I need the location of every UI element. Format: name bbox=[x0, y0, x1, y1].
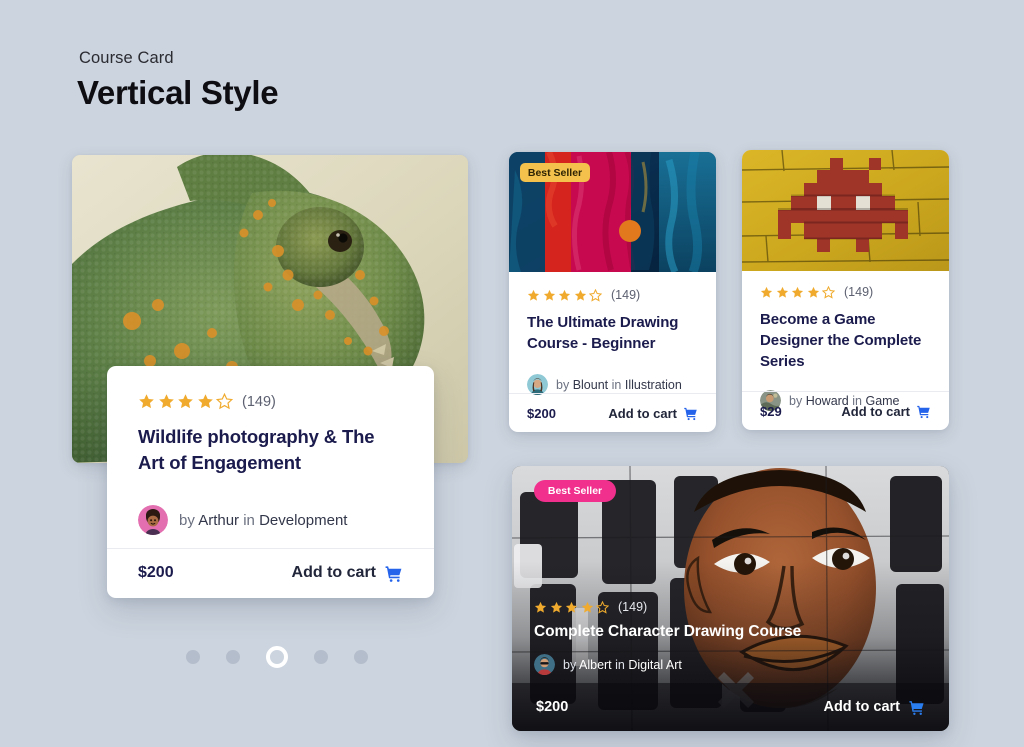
page-title: Vertical Style bbox=[77, 74, 279, 111]
star-outline-icon bbox=[589, 288, 602, 302]
course-card-4[interactable]: Best Seller (149) Complete Character Dra… bbox=[512, 466, 949, 731]
price: $200 bbox=[536, 699, 569, 715]
review-count: (149) bbox=[242, 393, 276, 410]
add-to-cart-button[interactable]: Add to cart bbox=[841, 404, 931, 419]
best-seller-badge: Best Seller bbox=[534, 480, 616, 502]
author-text: by Blount in Illustration bbox=[556, 377, 682, 392]
star-filled-icon bbox=[550, 601, 562, 613]
star-rating bbox=[534, 600, 609, 614]
star-filled-icon bbox=[565, 601, 578, 613]
star-filled-icon bbox=[543, 289, 555, 301]
pagination-dot-2[interactable] bbox=[226, 650, 240, 664]
card-3-footer: $29 Add to cart bbox=[742, 392, 949, 430]
price: $200 bbox=[138, 564, 174, 581]
avatar bbox=[527, 374, 548, 395]
avatar bbox=[138, 505, 168, 535]
shopping-cart-icon bbox=[917, 405, 930, 418]
hero-rating-row: (149) bbox=[138, 393, 403, 410]
star-filled-icon bbox=[178, 394, 193, 409]
hero-card-body: (149) Wildlife photography & The Art of … bbox=[107, 366, 434, 535]
price: $200 bbox=[527, 405, 556, 421]
pagination-dots[interactable] bbox=[186, 646, 368, 668]
star-filled-icon bbox=[581, 601, 593, 613]
page-eyebrow: Course Card bbox=[79, 49, 174, 67]
shopping-cart-icon bbox=[909, 700, 924, 715]
card-3-rating-row: (149) bbox=[760, 285, 931, 299]
card-4-footer: $200 Add to cart bbox=[512, 683, 949, 731]
price: $29 bbox=[760, 403, 782, 419]
star-filled-icon bbox=[534, 601, 547, 613]
avatar-image bbox=[527, 374, 548, 395]
add-to-cart-button[interactable]: Add to cart bbox=[823, 699, 925, 716]
course-card-3[interactable]: (149) Become a Game Designer the Complet… bbox=[742, 150, 949, 430]
card-2-rating-row: (149) bbox=[527, 288, 698, 302]
avatar-image bbox=[534, 654, 555, 675]
course-title[interactable]: Complete Character Drawing Course bbox=[534, 623, 927, 641]
star-outline-icon bbox=[216, 393, 233, 410]
add-to-cart-label: Add to cart bbox=[608, 405, 677, 421]
star-outline-icon bbox=[822, 285, 835, 299]
pagination-dot-1[interactable] bbox=[186, 650, 200, 664]
star-filled-icon bbox=[807, 286, 819, 298]
author-text: by Arthur in Development bbox=[179, 511, 348, 529]
add-to-cart-label: Add to cart bbox=[291, 564, 376, 581]
review-count: (149) bbox=[611, 288, 641, 302]
star-filled-icon bbox=[776, 286, 788, 298]
shopping-cart-icon bbox=[684, 407, 697, 420]
space-invader-mosaic-photo bbox=[742, 150, 949, 271]
pagination-dot-4[interactable] bbox=[314, 650, 328, 664]
add-to-cart-label: Add to cart bbox=[841, 403, 910, 419]
author-row: by Albert in Digital Art bbox=[534, 654, 927, 675]
star-filled-icon bbox=[574, 289, 586, 301]
pagination-dot-3-active[interactable] bbox=[266, 646, 288, 668]
review-count: (149) bbox=[618, 600, 648, 614]
card-2-image[interactable]: Best Seller bbox=[509, 152, 716, 272]
card-2-footer: $200 Add to cart bbox=[509, 394, 716, 432]
star-rating bbox=[138, 393, 233, 410]
course-title[interactable]: Become a Game Designer the Complete Seri… bbox=[760, 309, 931, 372]
course-card-2[interactable]: Best Seller (149) The Ultimate Drawing C… bbox=[509, 152, 716, 432]
review-count: (149) bbox=[844, 285, 874, 299]
author-row: by Arthur in Development bbox=[138, 505, 403, 535]
star-rating bbox=[527, 288, 602, 302]
best-seller-badge: Best Seller bbox=[520, 163, 590, 182]
author-text: by Albert in Digital Art bbox=[563, 657, 682, 672]
star-filled-icon bbox=[791, 286, 804, 298]
card-3-image[interactable] bbox=[742, 150, 949, 271]
add-to-cart-button[interactable]: Add to cart bbox=[608, 406, 698, 421]
star-filled-icon bbox=[139, 394, 154, 409]
author-row: by Blount in Illustration bbox=[527, 374, 698, 395]
card-4-rating-row: (149) bbox=[534, 600, 927, 614]
add-to-cart-button[interactable]: Add to cart bbox=[292, 564, 403, 583]
hero-card-footer: $200 Add to cart bbox=[107, 548, 434, 598]
star-filled-icon bbox=[527, 289, 540, 301]
page-root: Course Card Vertical Style (149) Wildlif… bbox=[0, 0, 1024, 747]
add-to-cart-label: Add to cart bbox=[823, 699, 900, 715]
avatar bbox=[534, 654, 555, 675]
star-outline-icon bbox=[596, 600, 609, 614]
star-filled-icon bbox=[197, 394, 213, 409]
shopping-cart-icon bbox=[385, 565, 402, 582]
card-2-body: (149) The Ultimate Drawing Course - Begi… bbox=[509, 272, 716, 395]
star-filled-icon bbox=[158, 394, 174, 409]
hero-card-panel[interactable]: (149) Wildlife photography & The Art of … bbox=[107, 366, 434, 598]
star-filled-icon bbox=[558, 289, 571, 301]
course-title[interactable]: The Ultimate Drawing Course - Beginner bbox=[527, 312, 698, 354]
card-3-body: (149) Become a Game Designer the Complet… bbox=[742, 271, 949, 411]
course-title[interactable]: Wildlife photography & The Art of Engage… bbox=[138, 424, 403, 476]
star-filled-icon bbox=[760, 286, 773, 298]
star-rating bbox=[760, 285, 835, 299]
avatar-image bbox=[138, 505, 168, 535]
card-4-overlay-content: (149) Complete Character Drawing Course … bbox=[534, 600, 927, 675]
pagination-dot-5[interactable] bbox=[354, 650, 368, 664]
